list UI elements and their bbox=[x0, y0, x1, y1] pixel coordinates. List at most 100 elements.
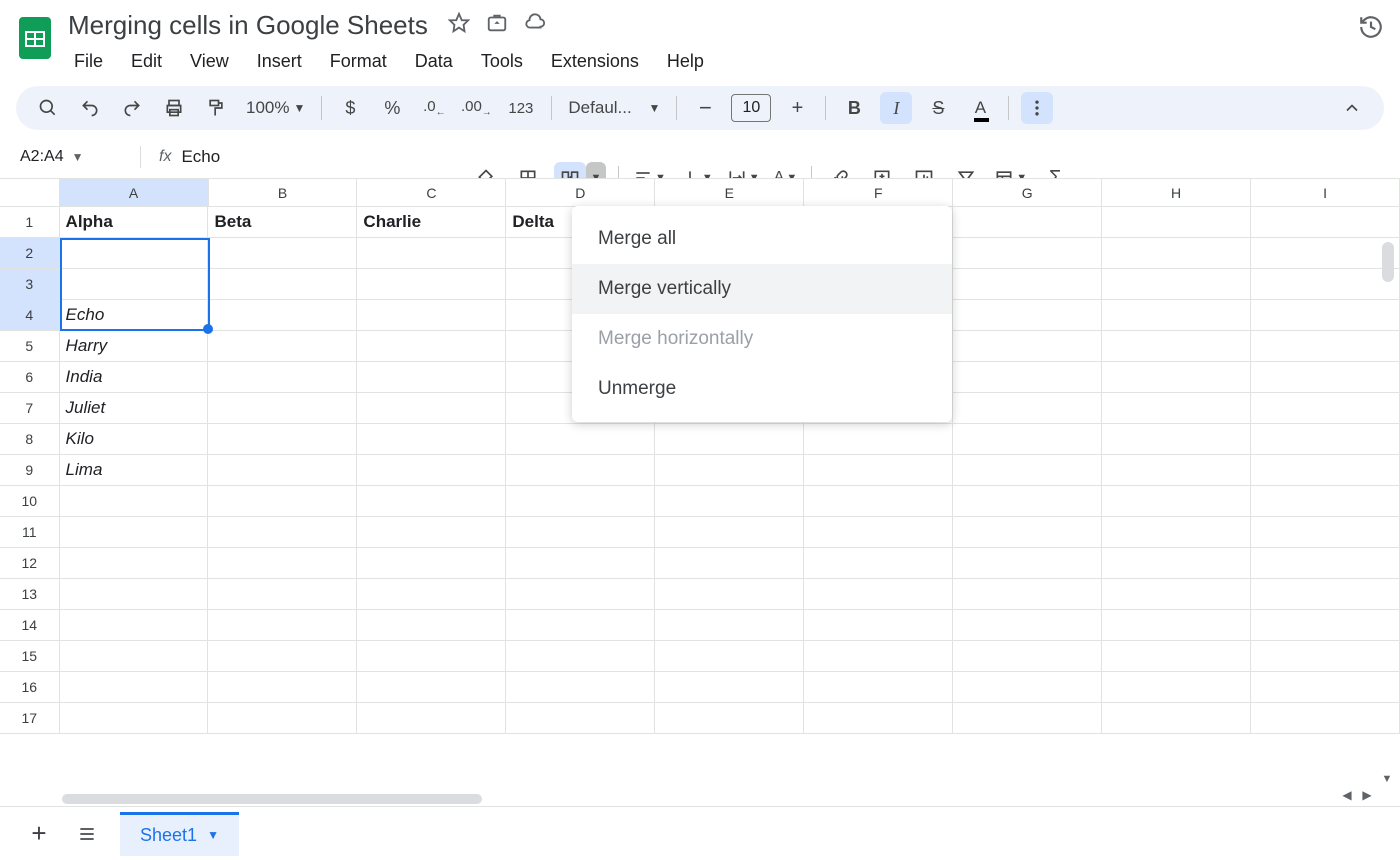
cell-I6[interactable] bbox=[1251, 362, 1400, 393]
cell-G16[interactable] bbox=[953, 672, 1102, 703]
row-header-14[interactable]: 14 bbox=[0, 610, 60, 641]
column-header-A[interactable]: A bbox=[60, 179, 209, 207]
cell-A11[interactable] bbox=[60, 517, 209, 548]
cell-C3[interactable] bbox=[357, 269, 506, 300]
text-color-button[interactable]: A bbox=[964, 92, 996, 124]
cell-D16[interactable] bbox=[506, 672, 655, 703]
cell-F14[interactable] bbox=[804, 610, 953, 641]
cell-C11[interactable] bbox=[357, 517, 506, 548]
cell-H11[interactable] bbox=[1102, 517, 1251, 548]
cell-E15[interactable] bbox=[655, 641, 804, 672]
cell-C14[interactable] bbox=[357, 610, 506, 641]
row-header-15[interactable]: 15 bbox=[0, 641, 60, 672]
cell-A14[interactable] bbox=[60, 610, 209, 641]
cell-H13[interactable] bbox=[1102, 579, 1251, 610]
cell-B13[interactable] bbox=[208, 579, 357, 610]
cell-A8[interactable]: Kilo bbox=[60, 424, 209, 455]
cell-A6[interactable]: India bbox=[60, 362, 209, 393]
cell-G3[interactable] bbox=[953, 269, 1102, 300]
row-header-16[interactable]: 16 bbox=[0, 672, 60, 703]
cell-I16[interactable] bbox=[1251, 672, 1400, 703]
font-size-input[interactable]: 10 bbox=[731, 94, 771, 122]
cell-G15[interactable] bbox=[953, 641, 1102, 672]
row-header-12[interactable]: 12 bbox=[0, 548, 60, 579]
cell-E12[interactable] bbox=[655, 548, 804, 579]
cell-H10[interactable] bbox=[1102, 486, 1251, 517]
cell-G10[interactable] bbox=[953, 486, 1102, 517]
cell-B7[interactable] bbox=[208, 393, 357, 424]
cell-B1[interactable]: Beta bbox=[208, 207, 357, 238]
cell-H16[interactable] bbox=[1102, 672, 1251, 703]
cell-E11[interactable] bbox=[655, 517, 804, 548]
cell-F13[interactable] bbox=[804, 579, 953, 610]
row-header-10[interactable]: 10 bbox=[0, 486, 60, 517]
cell-B2[interactable] bbox=[208, 238, 357, 269]
sheet-tab[interactable]: Sheet1 ▼ bbox=[120, 812, 239, 856]
column-header-G[interactable]: G bbox=[953, 179, 1102, 207]
cell-C7[interactable] bbox=[357, 393, 506, 424]
scroll-left-button[interactable]: ◀ bbox=[1338, 786, 1356, 804]
move-icon[interactable] bbox=[486, 12, 508, 39]
cell-H15[interactable] bbox=[1102, 641, 1251, 672]
add-sheet-button[interactable]: + bbox=[24, 819, 54, 849]
column-header-D[interactable]: D bbox=[506, 179, 655, 207]
row-header-11[interactable]: 11 bbox=[0, 517, 60, 548]
cell-C1[interactable]: Charlie bbox=[357, 207, 506, 238]
cell-A15[interactable] bbox=[60, 641, 209, 672]
cell-I12[interactable] bbox=[1251, 548, 1400, 579]
cell-C16[interactable] bbox=[357, 672, 506, 703]
all-sheets-button[interactable] bbox=[72, 819, 102, 849]
column-header-H[interactable]: H bbox=[1102, 179, 1251, 207]
cell-E8[interactable] bbox=[655, 424, 804, 455]
menu-extensions[interactable]: Extensions bbox=[541, 47, 649, 76]
cell-I7[interactable] bbox=[1251, 393, 1400, 424]
cell-D11[interactable] bbox=[506, 517, 655, 548]
cell-D17[interactable] bbox=[506, 703, 655, 734]
history-icon[interactable] bbox=[1358, 14, 1384, 45]
cell-I13[interactable] bbox=[1251, 579, 1400, 610]
cell-H4[interactable] bbox=[1102, 300, 1251, 331]
increase-decimals-button[interactable]: .00→ bbox=[460, 92, 492, 124]
cell-C17[interactable] bbox=[357, 703, 506, 734]
strikethrough-button[interactable]: S bbox=[922, 92, 954, 124]
cell-C5[interactable] bbox=[357, 331, 506, 362]
cell-A16[interactable] bbox=[60, 672, 209, 703]
row-header-6[interactable]: 6 bbox=[0, 362, 60, 393]
percent-button[interactable]: % bbox=[376, 92, 408, 124]
cell-C10[interactable] bbox=[357, 486, 506, 517]
cell-I5[interactable] bbox=[1251, 331, 1400, 362]
cell-B10[interactable] bbox=[208, 486, 357, 517]
menu-insert[interactable]: Insert bbox=[247, 47, 312, 76]
cell-B3[interactable] bbox=[208, 269, 357, 300]
cell-G14[interactable] bbox=[953, 610, 1102, 641]
vertical-scrollbar-thumb[interactable] bbox=[1382, 242, 1394, 282]
more-formats-button[interactable]: 123 bbox=[502, 92, 539, 124]
cell-B14[interactable] bbox=[208, 610, 357, 641]
cell-G12[interactable] bbox=[953, 548, 1102, 579]
cell-I2[interactable] bbox=[1251, 238, 1400, 269]
cell-A17[interactable] bbox=[60, 703, 209, 734]
cell-F12[interactable] bbox=[804, 548, 953, 579]
row-header-1[interactable]: 1 bbox=[0, 207, 60, 238]
horizontal-scrollbar-thumb[interactable] bbox=[62, 794, 482, 804]
cell-I9[interactable] bbox=[1251, 455, 1400, 486]
currency-button[interactable]: $ bbox=[334, 92, 366, 124]
cell-E17[interactable] bbox=[655, 703, 804, 734]
cell-B15[interactable] bbox=[208, 641, 357, 672]
cell-A4[interactable]: Echo bbox=[60, 300, 209, 331]
name-box[interactable]: A2:A4 ▼ bbox=[12, 144, 132, 170]
zoom-select[interactable]: 100% ▼ bbox=[242, 98, 309, 118]
cell-E13[interactable] bbox=[655, 579, 804, 610]
row-header-13[interactable]: 13 bbox=[0, 579, 60, 610]
cell-G6[interactable] bbox=[953, 362, 1102, 393]
cell-H2[interactable] bbox=[1102, 238, 1251, 269]
cell-E14[interactable] bbox=[655, 610, 804, 641]
cell-I17[interactable] bbox=[1251, 703, 1400, 734]
cell-G8[interactable] bbox=[953, 424, 1102, 455]
cell-E16[interactable] bbox=[655, 672, 804, 703]
cell-C13[interactable] bbox=[357, 579, 506, 610]
cell-C15[interactable] bbox=[357, 641, 506, 672]
cell-H17[interactable] bbox=[1102, 703, 1251, 734]
vertical-scroll-down-button[interactable]: ▼ bbox=[1380, 772, 1394, 786]
cell-B4[interactable] bbox=[208, 300, 357, 331]
